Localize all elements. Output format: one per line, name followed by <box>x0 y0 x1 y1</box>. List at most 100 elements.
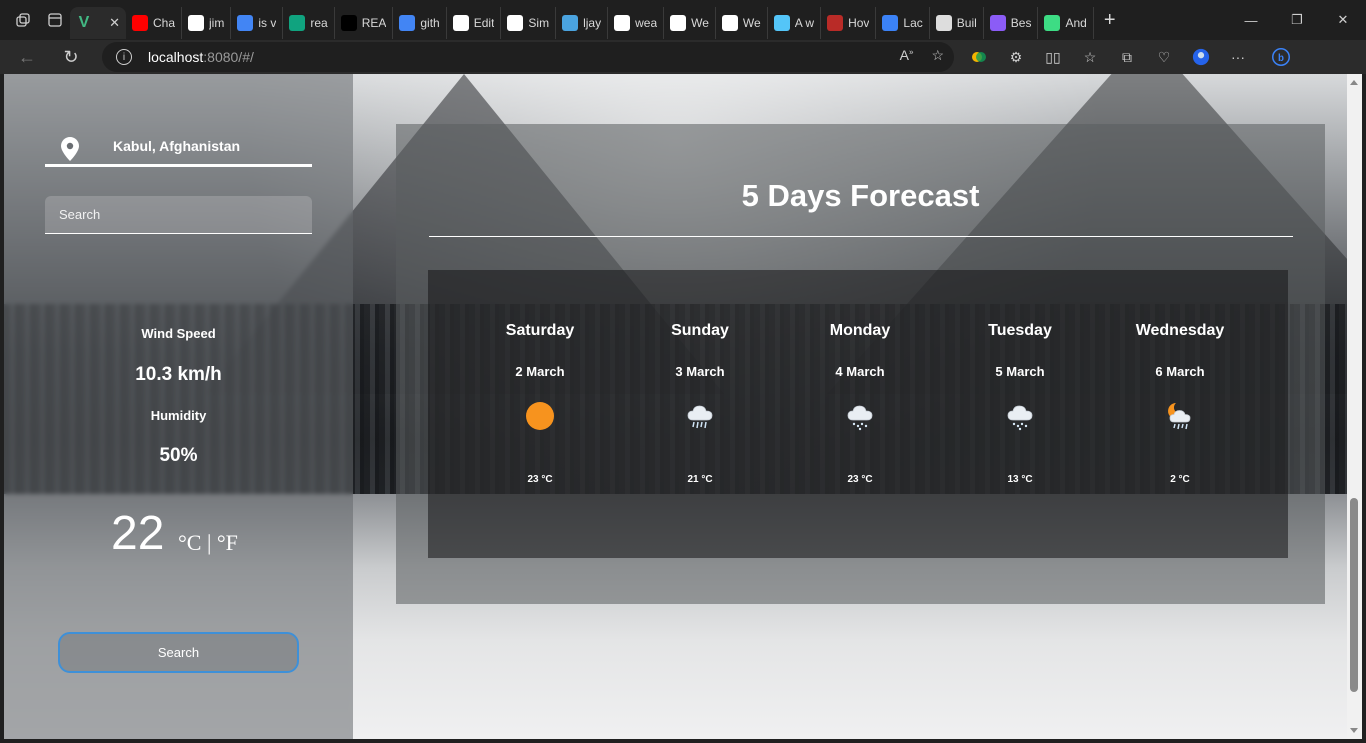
extension-color-icon[interactable] <box>970 48 988 66</box>
github-icon <box>507 15 524 31</box>
browser-tab[interactable]: Lac <box>876 7 930 39</box>
browser-tab[interactable]: jim <box>182 7 232 39</box>
browser-tab[interactable]: rea <box>283 7 335 39</box>
new-tab-button[interactable]: + <box>1104 9 1116 32</box>
tab-strip: V ✕ Cha jim is v rea REA gith Edit Sim ljay wea We… <box>70 0 1094 40</box>
notion-icon <box>340 15 357 31</box>
browser-tab-bar: V ✕ Cha jim is v rea REA gith Edit Sim ljay wea We… <box>0 0 1366 40</box>
day-temperature: 23 °C <box>847 474 873 485</box>
github-icon <box>670 15 687 31</box>
page-scrollbar[interactable] <box>1347 74 1362 739</box>
drop-icon <box>882 15 899 31</box>
more-menu-icon[interactable]: ··· <box>1229 48 1247 66</box>
day-date: 4 March <box>835 364 885 379</box>
scroll-up-icon[interactable] <box>1350 80 1358 85</box>
back-icon[interactable]: ← <box>8 42 46 72</box>
vue-icon: V <box>78 14 90 31</box>
tab-active[interactable]: V ✕ <box>70 7 126 39</box>
browser-tab[interactable]: Bes <box>984 7 1039 39</box>
browser-tab[interactable]: Cha <box>126 7 183 39</box>
day-name: Monday <box>829 322 891 339</box>
browser-tab[interactable]: REA <box>335 7 394 39</box>
city-search-input[interactable] <box>45 196 312 234</box>
browser-tab[interactable]: We <box>716 7 768 39</box>
day-date: 5 March <box>995 364 1045 379</box>
search-button[interactable]: Search <box>58 632 299 673</box>
tab-title: wea <box>635 16 658 30</box>
browser-tab[interactable]: Sim <box>501 7 557 39</box>
snow-cloud-icon <box>1004 400 1036 432</box>
sun-icon <box>524 400 556 432</box>
sidebar: Kabul, Afghanistan Wind Speed 10.3 km/h … <box>4 74 353 739</box>
day-name: Tuesday <box>988 322 1052 339</box>
tab-title: Hov <box>848 16 870 30</box>
favorites-icon[interactable]: ☆ <box>1081 48 1099 66</box>
site-info-icon[interactable]: i <box>116 49 132 65</box>
day-temperature: 21 °C <box>687 474 713 485</box>
profile-avatar-icon[interactable] <box>1192 48 1210 66</box>
openai-icon <box>289 15 306 31</box>
extensions-icon[interactable]: ⚙ <box>1007 48 1025 66</box>
performance-icon[interactable]: ♡ <box>1155 48 1173 66</box>
day-name: Wednesday <box>1135 322 1225 339</box>
tab-title: is v <box>258 16 277 30</box>
copilot-icon[interactable]: b <box>1272 48 1290 66</box>
browser-tab[interactable]: Edit <box>447 7 502 39</box>
tab-title: ljay <box>583 16 602 30</box>
android-icon <box>1044 15 1061 31</box>
favorite-star-icon[interactable]: ☆ <box>931 47 944 64</box>
refresh-icon[interactable]: ↻ <box>52 42 90 72</box>
wind-speed-label: Wind Speed <box>141 326 216 341</box>
browser-tab[interactable]: is v <box>231 7 284 39</box>
forecast-day: Sunday 3 March 21 °C <box>620 270 780 558</box>
collections-icon[interactable]: ⧉ <box>1118 48 1136 66</box>
day-date: 3 March <box>675 364 725 379</box>
tab-title: A w <box>794 16 815 30</box>
scrollbar-thumb[interactable] <box>1350 498 1358 692</box>
browser-tab[interactable]: Hov <box>821 7 877 39</box>
dot-icon <box>562 15 579 31</box>
tab-actions-icon[interactable] <box>46 11 64 29</box>
minimize-icon[interactable]: — <box>1228 0 1274 40</box>
day-temperature: 23 °C <box>527 474 553 485</box>
current-temperature: 22 <box>111 507 165 560</box>
github-icon <box>721 15 738 31</box>
restore-icon[interactable]: ❐ <box>1274 0 1320 40</box>
browser-tab[interactable]: ljay <box>556 7 609 39</box>
browser-tab[interactable]: A w <box>768 7 822 39</box>
forecast-day: Tuesday 5 March 13 °C <box>940 270 1100 558</box>
location-pin-icon <box>61 137 79 161</box>
split-screen-icon[interactable]: ▯▯ <box>1044 48 1062 66</box>
url-field[interactable]: i localhost:8080/#/ A» ☆ <box>102 42 954 72</box>
url-path: :8080/#/ <box>203 49 254 65</box>
unit-toggle[interactable]: °C | °F <box>178 530 238 556</box>
browser-tab[interactable]: Buil <box>930 7 984 39</box>
humidity-label: Humidity <box>150 408 207 423</box>
scroll-down-icon[interactable] <box>1350 728 1358 733</box>
tab-title: Lac <box>903 16 923 30</box>
google-icon <box>237 15 254 31</box>
flutter-icon <box>773 15 790 31</box>
read-aloud-icon[interactable]: A» <box>900 47 914 64</box>
tab-title: Cha <box>153 16 176 30</box>
day-date: 2 March <box>515 364 565 379</box>
forecast-title: 5 Days Forecast <box>741 178 980 213</box>
tab-title: Bes <box>1010 16 1032 30</box>
divider <box>429 236 1293 237</box>
close-window-icon[interactable]: ✕ <box>1320 0 1366 40</box>
browser-tab[interactable]: wea <box>608 7 665 39</box>
browser-tab[interactable]: gith <box>393 7 447 39</box>
forecast-day: Wednesday 6 March 2 °C <box>1100 270 1260 558</box>
day-name: Saturday <box>505 322 575 339</box>
day-name: Sunday <box>671 322 729 339</box>
url-host: localhost <box>148 49 204 65</box>
workspaces-icon[interactable] <box>14 11 32 29</box>
browser-tab[interactable]: We <box>664 7 716 39</box>
github-icon <box>452 15 469 31</box>
close-tab-icon[interactable]: ✕ <box>109 15 120 31</box>
wind-speed-value: 10.3 km/h <box>135 364 222 385</box>
location-display: Kabul, Afghanistan <box>45 129 312 167</box>
browser-tab[interactable]: And <box>1038 7 1094 39</box>
location-text: Kabul, Afghanistan <box>113 138 241 154</box>
tab-title: Buil <box>956 16 977 30</box>
